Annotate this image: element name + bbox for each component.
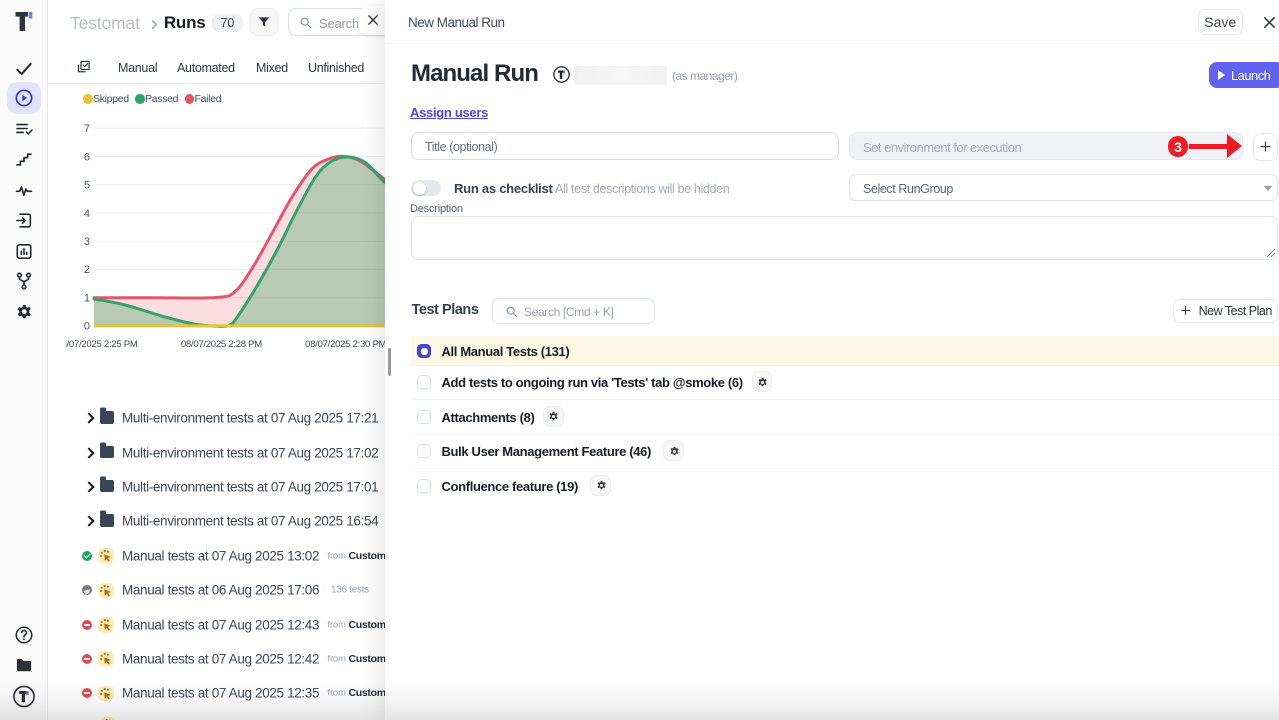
svg-text:3: 3 [84,236,90,248]
svg-text:5: 5 [84,180,90,192]
svg-text:0: 0 [84,321,90,333]
svg-text:4: 4 [84,208,90,220]
svg-text:08/07/2025 2:25 PM: 08/07/2025 2:25 PM [66,339,138,350]
svg-text:08/07/2025 2:28 PM: 08/07/2025 2:28 PM [181,339,262,350]
svg-text:7: 7 [84,123,90,135]
svg-text:2: 2 [84,264,90,276]
svg-text:08/07/2025 2:30 PM: 08/07/2025 2:30 PM [305,339,386,350]
svg-text:6: 6 [84,151,90,163]
svg-text:1: 1 [84,293,90,305]
